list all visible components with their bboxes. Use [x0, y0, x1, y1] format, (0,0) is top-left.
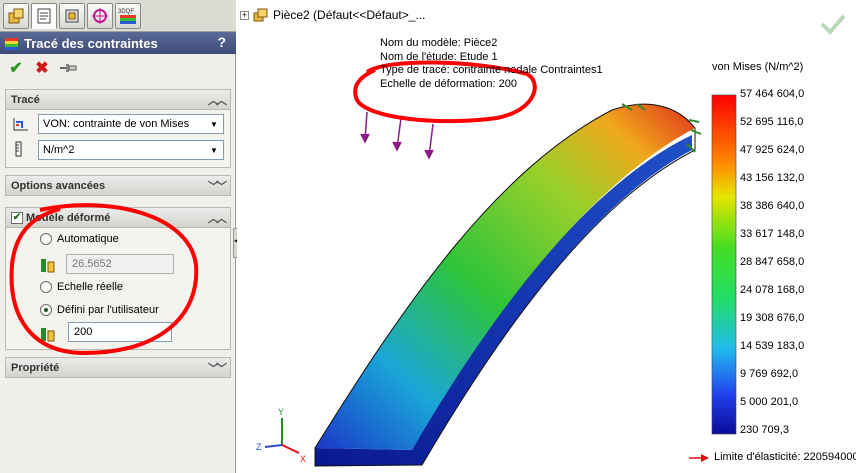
- legend-value: 33 617 148,0: [740, 228, 805, 240]
- expand-icon[interactable]: +: [240, 10, 249, 20]
- legend-title: von Mises (N/m^2): [712, 61, 804, 73]
- info-line: Nom de l'étude: Etude 1: [380, 50, 498, 63]
- red-annotation-ellipse: [9, 203, 199, 356]
- advanced-options-header[interactable]: Options avancées ﹀﹀: [6, 176, 230, 196]
- part-icon: [253, 8, 268, 22]
- beam-top-face: [315, 104, 695, 451]
- dimxpert-icon: [92, 8, 108, 24]
- featuremanager-tab[interactable]: [3, 3, 29, 29]
- feature-tree-flyout[interactable]: + Pièce2 (Défaut<<Défaut>_...: [240, 8, 425, 22]
- simulation-icon: 3DQF: [118, 9, 136, 24]
- units-icon: [15, 141, 22, 157]
- collapse-chevron-icon[interactable]: ︿︿: [208, 92, 227, 108]
- legend-value: 43 156 132,0: [740, 172, 805, 184]
- configurationmanager-icon: [65, 9, 79, 23]
- graphics-area[interactable]: Y X Z + Pièce2 (Défaut<<Défaut>_... Nom …: [237, 0, 856, 473]
- stress-component-icon: [13, 118, 28, 131]
- trace-header-label: Tracé: [11, 93, 40, 106]
- help-button[interactable]: ?: [217, 34, 226, 50]
- info-line: Type de tracé: contrainte nodale Contrai…: [380, 64, 603, 76]
- yield-limit: Limite d'élasticité: 220594000.: [714, 451, 856, 463]
- cancel-button[interactable]: ✖: [32, 58, 52, 78]
- legend-value: 38 386 640,0: [740, 200, 805, 212]
- expand-chevron-icon[interactable]: ﹀﹀: [208, 178, 227, 194]
- pm-actions: ✔ ✖: [0, 56, 236, 80]
- legend-colorbar: [711, 94, 737, 435]
- pin-button[interactable]: [58, 58, 78, 78]
- legend-value: 28 847 658,0: [740, 256, 805, 268]
- legend-value: 14 539 183,0: [740, 340, 805, 352]
- pm-title-bar: Tracé des contraintes ?: [0, 32, 236, 54]
- legend-value: 57 464 604,0: [740, 88, 805, 100]
- component-value: VON: contrainte de von Mises: [43, 118, 190, 130]
- stress-plot-icon: [5, 38, 18, 50]
- component-select[interactable]: VON: contrainte de von Mises ▼: [38, 114, 224, 134]
- legend-value: 52 695 116,0: [740, 116, 804, 128]
- simulation-tab-label: 3DQF: [118, 9, 134, 15]
- ok-button[interactable]: ✔: [6, 58, 26, 78]
- info-line: Nom du modèle: Pièce2: [380, 37, 498, 49]
- propertymanager-tab[interactable]: [31, 3, 57, 29]
- chevron-down-icon: ▼: [210, 145, 218, 155]
- manager-tabs: 3DQF: [0, 0, 236, 32]
- units-row: [12, 141, 30, 157]
- trace-group: Tracé ︿︿ VON: contrainte de von Mises ▼ …: [5, 89, 231, 168]
- part-name: Pièce2 (Défaut<<Défaut>_...: [273, 8, 426, 22]
- triad-y-label: Y: [278, 407, 284, 417]
- plot-info: Nom du modèle: Pièce2 Nom de l'étude: Et…: [380, 37, 603, 91]
- info-line: Echelle de déformation: 200: [380, 77, 517, 90]
- legend-value: 47 925 624,0: [740, 144, 805, 156]
- pin-icon: [60, 64, 77, 72]
- coordinate-triad: Y X Z: [256, 407, 306, 464]
- property-manager: 3DQF Tracé des contraintes ? ✔ ✖ Tracé ︿…: [0, 0, 241, 473]
- legend-value: 5 000 201,0: [740, 396, 799, 408]
- yield-limit-arrow-icon: [689, 454, 709, 462]
- advanced-options-label: Options avancées: [11, 179, 106, 192]
- chevron-down-icon: ▼: [210, 119, 218, 129]
- triad-z-label: Z: [256, 442, 262, 452]
- confirm-corner-icon: [820, 14, 846, 35]
- advanced-options-group: Options avancées ﹀﹀: [5, 175, 231, 196]
- pm-title: Tracé des contraintes: [24, 35, 158, 51]
- simulation-tab[interactable]: 3DQF: [115, 3, 141, 29]
- units-select[interactable]: N/m^2 ▼: [38, 140, 224, 160]
- triad-x-label: X: [300, 454, 306, 464]
- legend-value: 24 078 168,0: [740, 284, 805, 296]
- component-row: [12, 116, 30, 132]
- featuremanager-icon: [8, 8, 24, 24]
- trace-group-header[interactable]: Tracé ︿︿: [6, 90, 230, 110]
- units-value: N/m^2: [43, 144, 75, 156]
- configurationmanager-tab[interactable]: [59, 3, 85, 29]
- dimxpert-tab[interactable]: [87, 3, 113, 29]
- legend-value: 19 308 676,0: [740, 312, 805, 324]
- propertymanager-icon: [37, 8, 51, 24]
- legend-value: 9 769 692,0: [740, 368, 799, 380]
- legend-value: 230 709,3: [740, 424, 789, 436]
